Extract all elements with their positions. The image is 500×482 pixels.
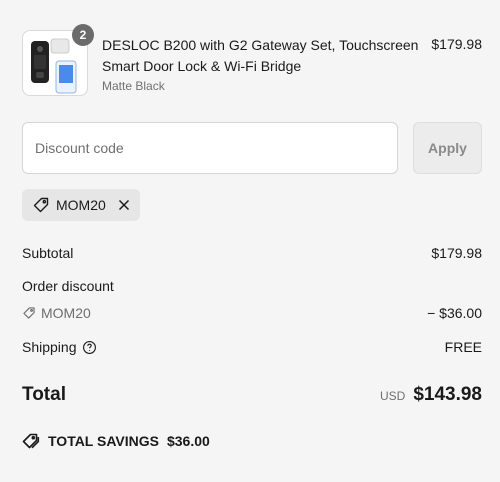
savings-value: $36.00: [166, 433, 210, 449]
applied-code-label: MOM20: [56, 197, 106, 213]
order-discount-label: Order discount: [22, 278, 114, 294]
applied-discount-chip: MOM20: [22, 189, 140, 221]
tag-icon: [32, 196, 50, 214]
help-circle-icon[interactable]: [82, 340, 97, 355]
shipping-value: FREE: [444, 339, 482, 355]
tag-icon: [22, 306, 36, 320]
discount-code-input[interactable]: [22, 122, 398, 174]
product-name: DESLOC B200 with G2 Gateway Set, Touchsc…: [102, 37, 419, 74]
savings-label: TOTAL SAVINGS: [48, 433, 159, 449]
double-tag-icon: [22, 432, 40, 450]
total-row: Total USD $143.98: [22, 384, 482, 406]
subtotal-row: Subtotal $179.98: [22, 245, 482, 261]
order-discount-row: Order discount: [22, 278, 482, 294]
total-savings: TOTAL SAVINGS $36.00: [22, 432, 210, 450]
total-value: $143.98: [413, 384, 482, 405]
order-discount-value: − $36.00: [427, 305, 482, 321]
order-discount-code-row: MOM20 − $36.00: [22, 305, 482, 321]
subtotal-label: Subtotal: [22, 245, 74, 261]
close-icon[interactable]: [116, 197, 132, 213]
cart-line-item: 2 DESLOC B200 with G2 Gateway Set, Touch…: [22, 24, 482, 100]
total-label: Total: [22, 384, 66, 405]
apply-button[interactable]: Apply: [413, 122, 482, 174]
subtotal-value: $179.98: [431, 245, 482, 261]
quantity-badge: 2: [72, 24, 94, 46]
shipping-row: Shipping FREE: [22, 339, 482, 355]
total-currency: USD: [379, 389, 406, 403]
product-variant: Matte Black: [102, 79, 165, 93]
shipping-label: Shipping: [22, 339, 77, 355]
product-price: $179.98: [431, 36, 482, 52]
order-discount-code: MOM20: [41, 305, 91, 321]
